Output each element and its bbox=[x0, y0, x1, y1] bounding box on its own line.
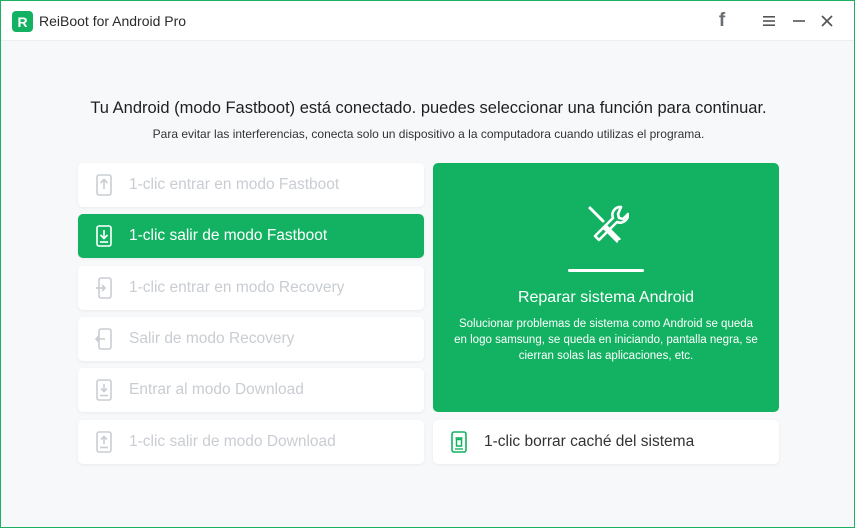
option-label: 1-clic salir de modo Fastboot bbox=[129, 227, 328, 244]
page-headline: Tu Android (modo Fastboot) está conectad… bbox=[90, 99, 767, 117]
option-enter-download-button[interactable]: Entrar al modo Download bbox=[78, 368, 424, 412]
option-enter-recovery-button[interactable]: 1-clic entrar en modo Recovery bbox=[78, 266, 424, 310]
phone-exit-icon bbox=[95, 328, 112, 350]
app-title: ReiBoot for Android Pro bbox=[39, 13, 187, 29]
page-subline: Para evitar las interferencias, conecta … bbox=[152, 127, 705, 141]
phone-upload-icon bbox=[96, 431, 112, 453]
clear-cache-label: 1-clic borrar caché del sistema bbox=[484, 433, 695, 450]
option-label: 1-clic salir de modo Download bbox=[129, 433, 336, 450]
repair-android-card[interactable]: Reparar sistema Android Solucionar probl… bbox=[433, 163, 779, 412]
facebook-icon: f bbox=[718, 10, 726, 31]
phone-arrow-down-icon bbox=[96, 225, 112, 247]
facebook-button[interactable]: f bbox=[710, 9, 734, 33]
option-label: 1-clic entrar en modo Recovery bbox=[129, 279, 345, 296]
clear-cache-button[interactable]: 1-clic borrar caché del sistema bbox=[433, 420, 779, 464]
option-label: Entrar al modo Download bbox=[129, 381, 304, 398]
option-exit-recovery-button[interactable]: Salir de modo Recovery bbox=[78, 317, 424, 361]
option-label: Salir de modo Recovery bbox=[129, 330, 295, 347]
close-icon bbox=[821, 15, 833, 27]
phone-trash-icon bbox=[451, 431, 467, 453]
option-exit-download-button[interactable]: 1-clic salir de modo Download bbox=[78, 420, 424, 464]
app-logo-icon: R bbox=[12, 11, 33, 32]
repair-description: Solucionar problemas de sistema como And… bbox=[454, 318, 758, 362]
repair-tools-icon bbox=[588, 205, 629, 244]
menu-icon bbox=[763, 16, 775, 26]
app-logo-letter: R bbox=[17, 13, 28, 30]
phone-arrow-up-icon bbox=[96, 174, 112, 196]
app-window: R ReiBoot for Android Pro f Tu Android (… bbox=[0, 0, 855, 528]
title-bar: R ReiBoot for Android Pro f bbox=[1, 1, 854, 41]
close-button[interactable] bbox=[815, 9, 839, 33]
option-exit-fastboot-button[interactable]: 1-clic salir de modo Fastboot bbox=[78, 214, 424, 258]
phone-enter-icon bbox=[96, 277, 112, 299]
option-enter-fastboot-button[interactable]: 1-clic entrar en modo Fastboot bbox=[78, 163, 424, 207]
repair-divider bbox=[568, 269, 644, 272]
phone-download-icon bbox=[96, 379, 112, 401]
minimize-icon bbox=[793, 20, 805, 22]
minimize-button[interactable] bbox=[787, 9, 811, 33]
repair-title: Reparar sistema Android bbox=[517, 289, 695, 306]
menu-button[interactable] bbox=[757, 9, 781, 33]
option-label: 1-clic entrar en modo Fastboot bbox=[129, 176, 340, 193]
